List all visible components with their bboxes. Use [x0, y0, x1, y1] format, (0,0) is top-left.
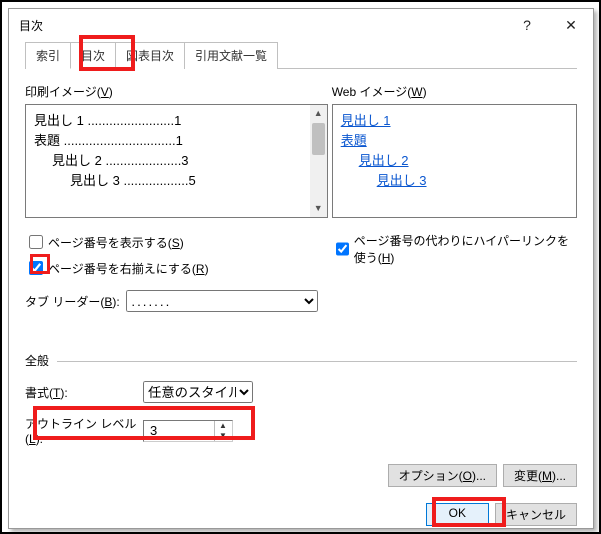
print-preview: 見出し 1 ........................1表題 ......…: [25, 104, 328, 218]
web-preview-link[interactable]: 見出し 3: [377, 171, 568, 191]
spinner-down-icon[interactable]: ▼: [214, 431, 231, 441]
show-page-numbers-checkbox[interactable]: [29, 235, 43, 249]
ok-button[interactable]: OK: [426, 503, 489, 526]
right-align-checkbox[interactable]: [29, 261, 43, 275]
use-hyperlink-checkbox[interactable]: [336, 242, 349, 256]
web-preview-label: Web イメージ(W): [332, 83, 577, 100]
titlebar: 目次 ? ✕: [9, 9, 593, 41]
show-page-numbers-label: ページ番号を表示する(S): [48, 234, 184, 251]
toc-dialog: 目次 ? ✕ 索引 目次 図表目次 引用文献一覧 印刷イメージ(V): [8, 8, 594, 529]
general-group: 全般 書式(T): 任意のスタイル アウトライン レベル(L):: [25, 352, 577, 446]
print-preview-row: 見出し 2 .....................3: [34, 151, 319, 171]
tab-toc[interactable]: 目次: [70, 42, 116, 69]
use-hyperlink-label: ページ番号の代わりにハイパーリンクを使う(H): [354, 232, 577, 266]
help-button[interactable]: ?: [505, 9, 549, 41]
cancel-button[interactable]: キャンセル: [495, 503, 577, 526]
tab-leader-label: タブ リーダー(B):: [25, 293, 120, 310]
web-preview-link[interactable]: 見出し 1: [341, 111, 568, 131]
options-button[interactable]: オプション(O)...: [388, 464, 497, 487]
dialog-title: 目次: [19, 17, 43, 34]
style-select[interactable]: 任意のスタイル: [143, 381, 253, 403]
tab-index[interactable]: 索引: [25, 42, 71, 69]
tab-leader-select[interactable]: .......: [126, 290, 318, 312]
tab-figures[interactable]: 図表目次: [115, 42, 185, 69]
outline-level-input[interactable]: [144, 422, 214, 439]
print-preview-row: 見出し 3 ..................5: [34, 171, 319, 191]
style-label: 書式(T):: [25, 384, 143, 401]
outline-level-spinner[interactable]: ▲ ▼: [143, 420, 233, 442]
tab-citations[interactable]: 引用文献一覧: [184, 42, 278, 69]
outline-level-label: アウトライン レベル(L):: [25, 415, 143, 446]
spinner-up-icon[interactable]: ▲: [214, 421, 231, 431]
web-preview-link[interactable]: 見出し 2: [359, 151, 568, 171]
web-preview: 見出し 1表題見出し 2見出し 3: [332, 104, 577, 218]
right-align-label: ページ番号を右揃えにする(R): [48, 260, 209, 277]
web-preview-link[interactable]: 表題: [341, 131, 568, 151]
close-button[interactable]: ✕: [549, 9, 593, 41]
tabstrip: 索引 目次 図表目次 引用文献一覧: [25, 41, 577, 69]
print-preview-scrollbar[interactable]: ▲ ▼: [310, 105, 327, 217]
print-preview-row: 見出し 1 ........................1: [34, 111, 319, 131]
print-preview-label: 印刷イメージ(V): [25, 83, 328, 100]
print-preview-row: 表題 ...............................1: [34, 131, 319, 151]
general-header: 全般: [25, 352, 577, 369]
modify-button[interactable]: 変更(M)...: [503, 464, 577, 487]
